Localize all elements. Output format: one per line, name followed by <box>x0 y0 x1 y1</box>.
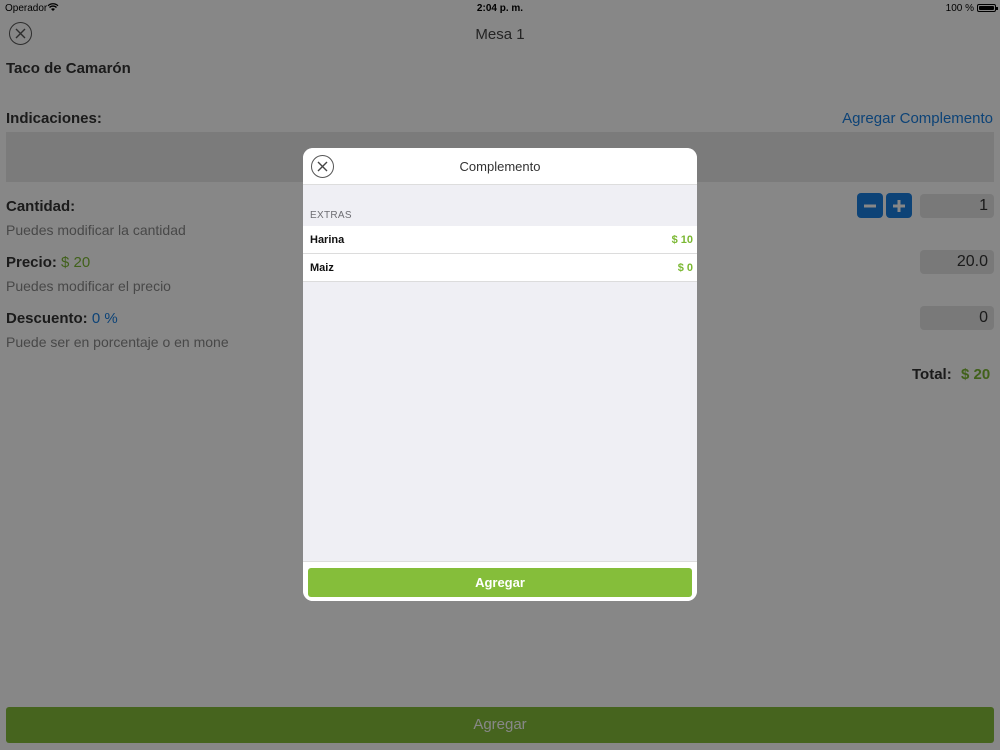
item-price: $ 0 <box>677 262 693 274</box>
modal-header: Complemento <box>303 148 697 185</box>
list-item[interactable]: Maiz $ 0 <box>303 254 697 282</box>
extras-list: Harina $ 10 Maiz $ 0 <box>303 226 697 282</box>
section-header: EXTRAS <box>310 210 352 221</box>
item-price: $ 10 <box>671 234 693 246</box>
modal-add-button[interactable]: Agregar <box>308 568 692 597</box>
modal-title: Complemento <box>459 159 541 174</box>
complement-modal: Complemento EXTRAS Harina $ 10 Maiz $ 0 … <box>303 148 697 601</box>
item-name: Maiz <box>310 262 334 274</box>
modal-footer: Agregar <box>303 561 697 601</box>
item-name: Harina <box>310 234 345 246</box>
list-item[interactable]: Harina $ 10 <box>303 226 697 254</box>
